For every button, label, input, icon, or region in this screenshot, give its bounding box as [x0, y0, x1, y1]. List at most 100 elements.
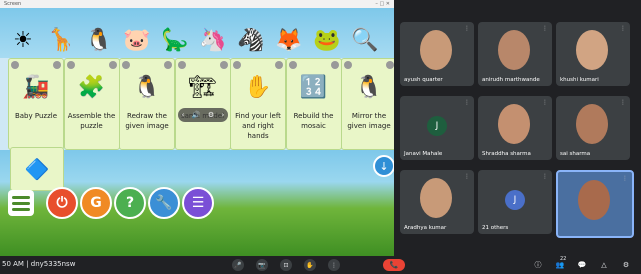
more-options-icon[interactable]: ⋮	[620, 25, 626, 32]
activity-card[interactable]: 🏗same model	[174, 58, 231, 150]
category-icon[interactable]: 🦒	[46, 22, 76, 58]
gear-icon[interactable]	[386, 61, 394, 69]
playback-overlay[interactable]: ‹ 🔊 ⚙ ›	[178, 108, 228, 122]
gear-icon[interactable]	[344, 61, 352, 69]
gear-icon[interactable]	[288, 61, 297, 69]
more-options-icon[interactable]: ⋮	[542, 25, 548, 32]
participants-badge[interactable]: 22	[560, 256, 566, 262]
more-options-icon[interactable]: ⋮	[622, 175, 628, 182]
meeting-control-button[interactable]: ⊡	[280, 259, 292, 271]
participant-name[interactable]: Janavi Mahale	[404, 151, 442, 157]
reload-button[interactable]: G	[80, 187, 112, 219]
activity-label[interactable]: Assemble the puzzle	[65, 111, 119, 131]
category-icon[interactable]: 🐸	[312, 22, 342, 58]
gear-icon[interactable]	[164, 61, 172, 69]
participant-name[interactable]: Shraddha sharma	[482, 151, 531, 157]
category-icon[interactable]: 🐷	[122, 22, 152, 58]
participant-tile[interactable]: ⋮ Shraddha sharma	[478, 96, 552, 160]
category-icon[interactable]: 🦕	[160, 22, 190, 58]
participant-tile[interactable]: ⋮ anirudh marthwande	[478, 22, 552, 86]
more-options-icon[interactable]: ⋮	[464, 173, 470, 180]
more-options-icon[interactable]: ⋮	[464, 25, 470, 32]
meeting-control-button[interactable]: 🎤	[232, 259, 244, 271]
overlay-control-icon[interactable]: ⚙	[208, 111, 214, 119]
participant-tile[interactable]: J ⋮ 21 others	[478, 170, 552, 234]
meeting-side-icon[interactable]: ⚙	[620, 259, 632, 271]
settings-button[interactable]: 🔧	[148, 187, 180, 219]
category-icon[interactable]: 🦊	[274, 22, 304, 58]
end-call-button[interactable]: 📞	[383, 259, 405, 271]
participant-video[interactable]	[420, 30, 452, 70]
meeting-control-button[interactable]: ✋	[304, 259, 316, 271]
activity-card[interactable]: 🔢 Rebuild the mosaic	[285, 58, 342, 150]
activity-card[interactable]: 🐧 Mirror the given image	[341, 58, 394, 150]
activity-card[interactable]: 🚂 Baby Puzzle	[8, 58, 64, 150]
activity-card[interactable]: ✋ Find your left and right hands	[230, 58, 286, 150]
gear-icon[interactable]	[177, 61, 186, 69]
gear-icon[interactable]	[275, 61, 283, 69]
gear-icon[interactable]	[330, 61, 339, 69]
category-icon[interactable]: 🦄	[198, 22, 228, 58]
participant-tile[interactable]: J ⋮ Janavi Mahale	[400, 96, 474, 160]
activity-label[interactable]: Rebuild the mosaic	[287, 111, 341, 131]
participant-video[interactable]	[576, 104, 608, 144]
gear-icon[interactable]	[233, 61, 241, 69]
category-icon[interactable]: 🦓	[236, 22, 266, 58]
activity-icon[interactable]: 🧩	[69, 69, 115, 105]
activity-label[interactable]: Find your left and right hands	[231, 111, 285, 141]
meeting-control-button[interactable]: 📷	[256, 259, 268, 271]
exit-button[interactable]: ⏻	[46, 187, 78, 219]
meeting-side-icon[interactable]: 💬	[576, 259, 588, 271]
activity-icon[interactable]: 🔢	[291, 69, 337, 105]
menu-icon[interactable]	[8, 190, 34, 216]
category-icon[interactable]: ☀	[8, 22, 38, 58]
participant-avatar[interactable]: J	[505, 190, 525, 210]
participant-video[interactable]	[576, 30, 608, 70]
gear-icon[interactable]	[122, 61, 130, 69]
list-button[interactable]: ☰	[182, 187, 214, 219]
participant-video[interactable]	[498, 30, 530, 70]
gear-icon[interactable]	[11, 61, 19, 69]
activity-card[interactable]: 🐧 Redraw the given image	[119, 58, 175, 150]
gear-icon[interactable]	[219, 61, 228, 69]
overlay-control-icon[interactable]: ‹	[182, 111, 185, 119]
more-options-icon[interactable]: ⋮	[464, 99, 470, 106]
activity-label[interactable]: Baby Puzzle	[9, 111, 63, 121]
participant-name[interactable]: 21 others	[482, 225, 508, 231]
activity-card[interactable]: 🧩 Assemble the puzzle	[63, 58, 120, 150]
meeting-side-icon[interactable]: △	[598, 259, 610, 271]
more-options-icon[interactable]: ⋮	[542, 173, 548, 180]
gear-icon[interactable]	[108, 61, 117, 69]
activity-icon[interactable]: 🐧	[124, 69, 170, 105]
participant-video[interactable]	[420, 178, 452, 218]
activity-card-shapes[interactable]: 🔷	[10, 147, 64, 191]
down-arrow-icon[interactable]: ↓	[373, 155, 394, 177]
activity-icon[interactable]: ✋	[235, 69, 281, 105]
overlay-control-icon[interactable]: 🔊	[192, 111, 201, 119]
activity-icon[interactable]: 🚂	[13, 69, 59, 105]
participant-name[interactable]: sai sharma	[560, 151, 590, 157]
overlay-control-icon[interactable]: ›	[222, 111, 225, 119]
category-icon[interactable]: 🔍	[350, 22, 380, 58]
participant-avatar[interactable]: J	[427, 116, 447, 136]
help-button[interactable]: ?	[114, 187, 146, 219]
more-options-icon[interactable]: ⋮	[620, 99, 626, 106]
meeting-side-icon[interactable]: ⓘ	[532, 259, 544, 271]
window-controls[interactable]: – □ ✕	[375, 1, 390, 7]
more-options-icon[interactable]: ⋮	[542, 99, 548, 106]
gear-icon[interactable]	[53, 61, 61, 69]
participant-name[interactable]: anirudh marthwande	[482, 77, 540, 83]
activity-label[interactable]: Mirror the given image	[342, 111, 394, 131]
participant-tile[interactable]: ⋮	[556, 170, 634, 238]
participant-tile[interactable]: ⋮ sai sharma	[556, 96, 630, 160]
gear-icon[interactable]	[66, 61, 75, 69]
participant-name[interactable]: Aradhya kumar	[404, 225, 446, 231]
activity-icon[interactable]: 🐧	[346, 69, 392, 105]
participant-tile[interactable]: ⋮ khushi kumari	[556, 22, 630, 86]
participant-name[interactable]: khushi kumari	[560, 77, 599, 83]
participant-tile[interactable]: ⋮ Aradhya kumar	[400, 170, 474, 234]
meeting-control-button[interactable]: ⋮	[328, 259, 340, 271]
category-icon[interactable]: 🐧	[84, 22, 114, 58]
activity-label[interactable]: Redraw the given image	[120, 111, 174, 131]
activity-icon[interactable]: 🏗	[180, 69, 226, 105]
